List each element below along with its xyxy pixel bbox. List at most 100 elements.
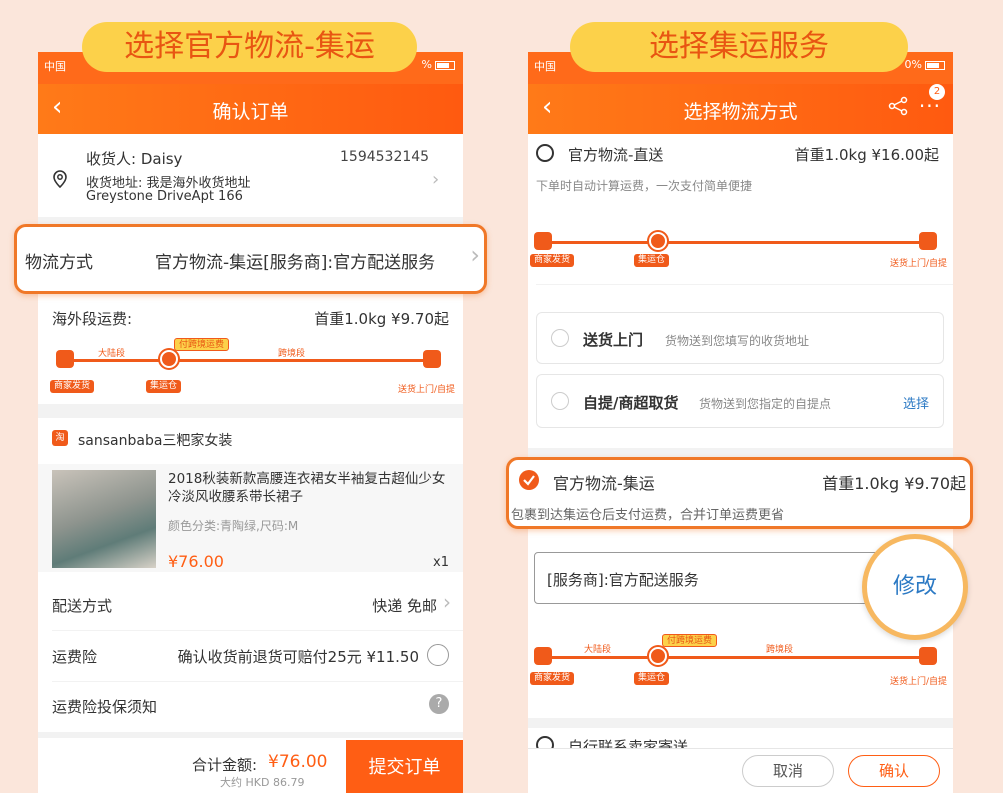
- share-icon[interactable]: [887, 95, 909, 121]
- pickup-desc: 货物送到您指定的自提点: [699, 397, 832, 411]
- warehouse-icon: [160, 350, 178, 368]
- route-pay-cross-tag: 付跨境运费: [174, 338, 230, 351]
- route-merchant-tag: 商家发货: [50, 380, 95, 393]
- consolidation-option[interactable]: 官方物流-集运 首重1.0kg ¥9.70起 包裹到达集运仓后支付运费，合并订单…: [506, 457, 973, 529]
- location-pin-icon: [52, 170, 68, 192]
- battery-indicator: %: [422, 58, 455, 71]
- carrier-label: 中国: [44, 60, 66, 73]
- consolidation-price: 首重1.0kg ¥9.70起: [822, 474, 966, 493]
- check-circle-icon[interactable]: [551, 329, 569, 347]
- warehouse-icon: [649, 232, 667, 250]
- nav-bar: ‹ 选择物流方式 ··· 2: [528, 84, 953, 134]
- insurance-checkbox[interactable]: [427, 644, 449, 666]
- route-line: [546, 241, 932, 244]
- delivery-box-icon: [423, 350, 441, 368]
- total-value: ¥76.00: [268, 752, 328, 772]
- overseas-fee-label: 海外段运费:: [52, 310, 133, 328]
- recipient-phone: 1594532145: [340, 149, 430, 165]
- battery-icon: [925, 60, 945, 70]
- divider: [528, 718, 953, 728]
- direct-shipping-price: 首重1.0kg ¥16.00起: [794, 146, 939, 164]
- product-image[interactable]: [52, 470, 156, 568]
- route-warehouse-tag: 集运仓: [146, 380, 182, 393]
- consolidation-label: 官方物流-集运: [553, 474, 655, 493]
- shipping-value[interactable]: 快递 免邮: [372, 595, 437, 616]
- route-cross-label: 跨境段: [278, 349, 306, 359]
- page-title: 确认订单: [212, 101, 289, 123]
- recipient-name: 收货人: Daisy: [86, 150, 183, 168]
- pickup-select-link[interactable]: 选择: [903, 393, 929, 412]
- product-spec: 颜色分类:青陶绿,尺码:M: [168, 519, 299, 533]
- route-pay-cross-tag: 付跨境运费: [662, 634, 718, 647]
- address-chevron-icon[interactable]: ›: [432, 169, 439, 190]
- truck-icon: [56, 350, 74, 368]
- product-title[interactable]: 2018秋装新款高腰连衣裙女半袖复古超仙少女冷淡风收腰系带长裙子: [168, 470, 448, 506]
- shipping-label: 配送方式: [52, 597, 113, 615]
- route-delivery-label: 送货上门/自提: [397, 385, 455, 395]
- door-delivery-option[interactable]: 送货上门 货物送到您填写的收货地址: [536, 312, 944, 364]
- submit-order-button[interactable]: 提交订单: [346, 740, 463, 793]
- confirm-button[interactable]: 确认: [848, 755, 940, 787]
- divider: [52, 630, 463, 631]
- divider: [536, 284, 953, 285]
- callout-select-consolidation-service: 选择集运服务: [570, 22, 908, 72]
- direct-shipping-radio[interactable]: [536, 144, 554, 162]
- direct-shipping-label[interactable]: 官方物流-直送: [568, 144, 663, 165]
- footer-bar: 取消 确认: [528, 749, 953, 793]
- consolidation-desc: 包裹到达集运仓后支付运费，合并订单运费更省: [511, 508, 785, 523]
- shop-logo-icon: 淘: [52, 430, 68, 446]
- route-delivery-label: 送货上门/自提: [889, 677, 947, 687]
- overseas-fee-value: 首重1.0kg ¥9.70起: [314, 310, 449, 328]
- product-qty: x1: [433, 555, 449, 570]
- divider: [38, 404, 463, 418]
- total-label: 合计金额:: [192, 756, 258, 774]
- product-price: ¥76.00: [168, 552, 224, 571]
- seller-contact-label[interactable]: 自行联系卖家寄送: [568, 736, 688, 748]
- route-cross-label: 跨境段: [766, 645, 794, 655]
- help-icon[interactable]: ?: [429, 694, 449, 714]
- divider: [38, 732, 463, 738]
- modify-provider-button[interactable]: 修改: [862, 534, 968, 640]
- delivery-box-icon: [919, 647, 937, 665]
- address-line-2: Greystone DriveApt 166: [86, 189, 243, 204]
- logistics-value: 官方物流-集运[服务商]:官方配送服务: [155, 253, 436, 273]
- route-mainland-label: 大陆段: [98, 349, 126, 359]
- cancel-button[interactable]: 取消: [742, 755, 834, 787]
- divider: [52, 681, 463, 682]
- delivery-box-icon: [919, 232, 937, 250]
- shop-name[interactable]: sansanbaba三粑家女装: [78, 430, 232, 450]
- total-hkd: 大约 HKD 86.79: [220, 776, 305, 789]
- check-circle-icon[interactable]: [551, 392, 569, 410]
- direct-shipping-desc: 下单时自动计算运费，一次支付简单便捷: [536, 179, 753, 193]
- pickup-label: 自提/商超取货: [583, 394, 679, 412]
- truck-icon: [534, 647, 552, 665]
- route-warehouse-tag: 集运仓: [634, 254, 670, 267]
- insurance-value: 确认收货前退货可赔付25元 ¥11.50: [177, 648, 419, 666]
- logistics-chevron-icon[interactable]: ›: [470, 241, 480, 269]
- route-merchant-tag: 商家发货: [530, 672, 575, 685]
- carrier-label: 中国: [534, 60, 556, 73]
- route-warehouse-tag: 集运仓: [634, 672, 670, 685]
- pickup-option[interactable]: 自提/商超取货 货物送到您指定的自提点 选择: [536, 374, 944, 428]
- provider-field[interactable]: [服务商]:官方配送服务: [534, 552, 894, 604]
- battery-icon: [435, 60, 455, 70]
- door-delivery-desc: 货物送到您填写的收货地址: [665, 334, 810, 348]
- select-logistics-screen: 中国 0% ‹ 选择物流方式 ··· 2 官方物流-直送 首重1.0kg ¥16…: [528, 52, 953, 793]
- route-line: [546, 656, 932, 659]
- insurance-notice-label[interactable]: 运费险投保须知: [52, 696, 157, 717]
- shipping-chevron-icon[interactable]: ›: [443, 590, 451, 614]
- warehouse-icon: [649, 647, 667, 665]
- route-mainland-label: 大陆段: [584, 645, 612, 655]
- logistics-method-row[interactable]: 物流方式 官方物流-集运[服务商]:官方配送服务 ›: [14, 224, 487, 294]
- check-selected-icon[interactable]: [519, 470, 539, 490]
- route-delivery-label: 送货上门/自提: [889, 259, 947, 269]
- door-delivery-label: 送货上门: [583, 331, 644, 349]
- notification-badge: 2: [929, 84, 945, 100]
- confirm-order-screen: 中国 % ‹ 确认订单 收货人: Daisy 1594532145 收货地址: …: [38, 52, 463, 793]
- logistics-label: 物流方式: [25, 253, 93, 273]
- callout-select-official-consolidation: 选择官方物流-集运: [82, 22, 417, 72]
- route-merchant-tag: 商家发货: [530, 254, 575, 267]
- route-line: [66, 359, 436, 362]
- battery-indicator: 0%: [905, 58, 945, 71]
- insurance-label: 运费险: [52, 648, 98, 666]
